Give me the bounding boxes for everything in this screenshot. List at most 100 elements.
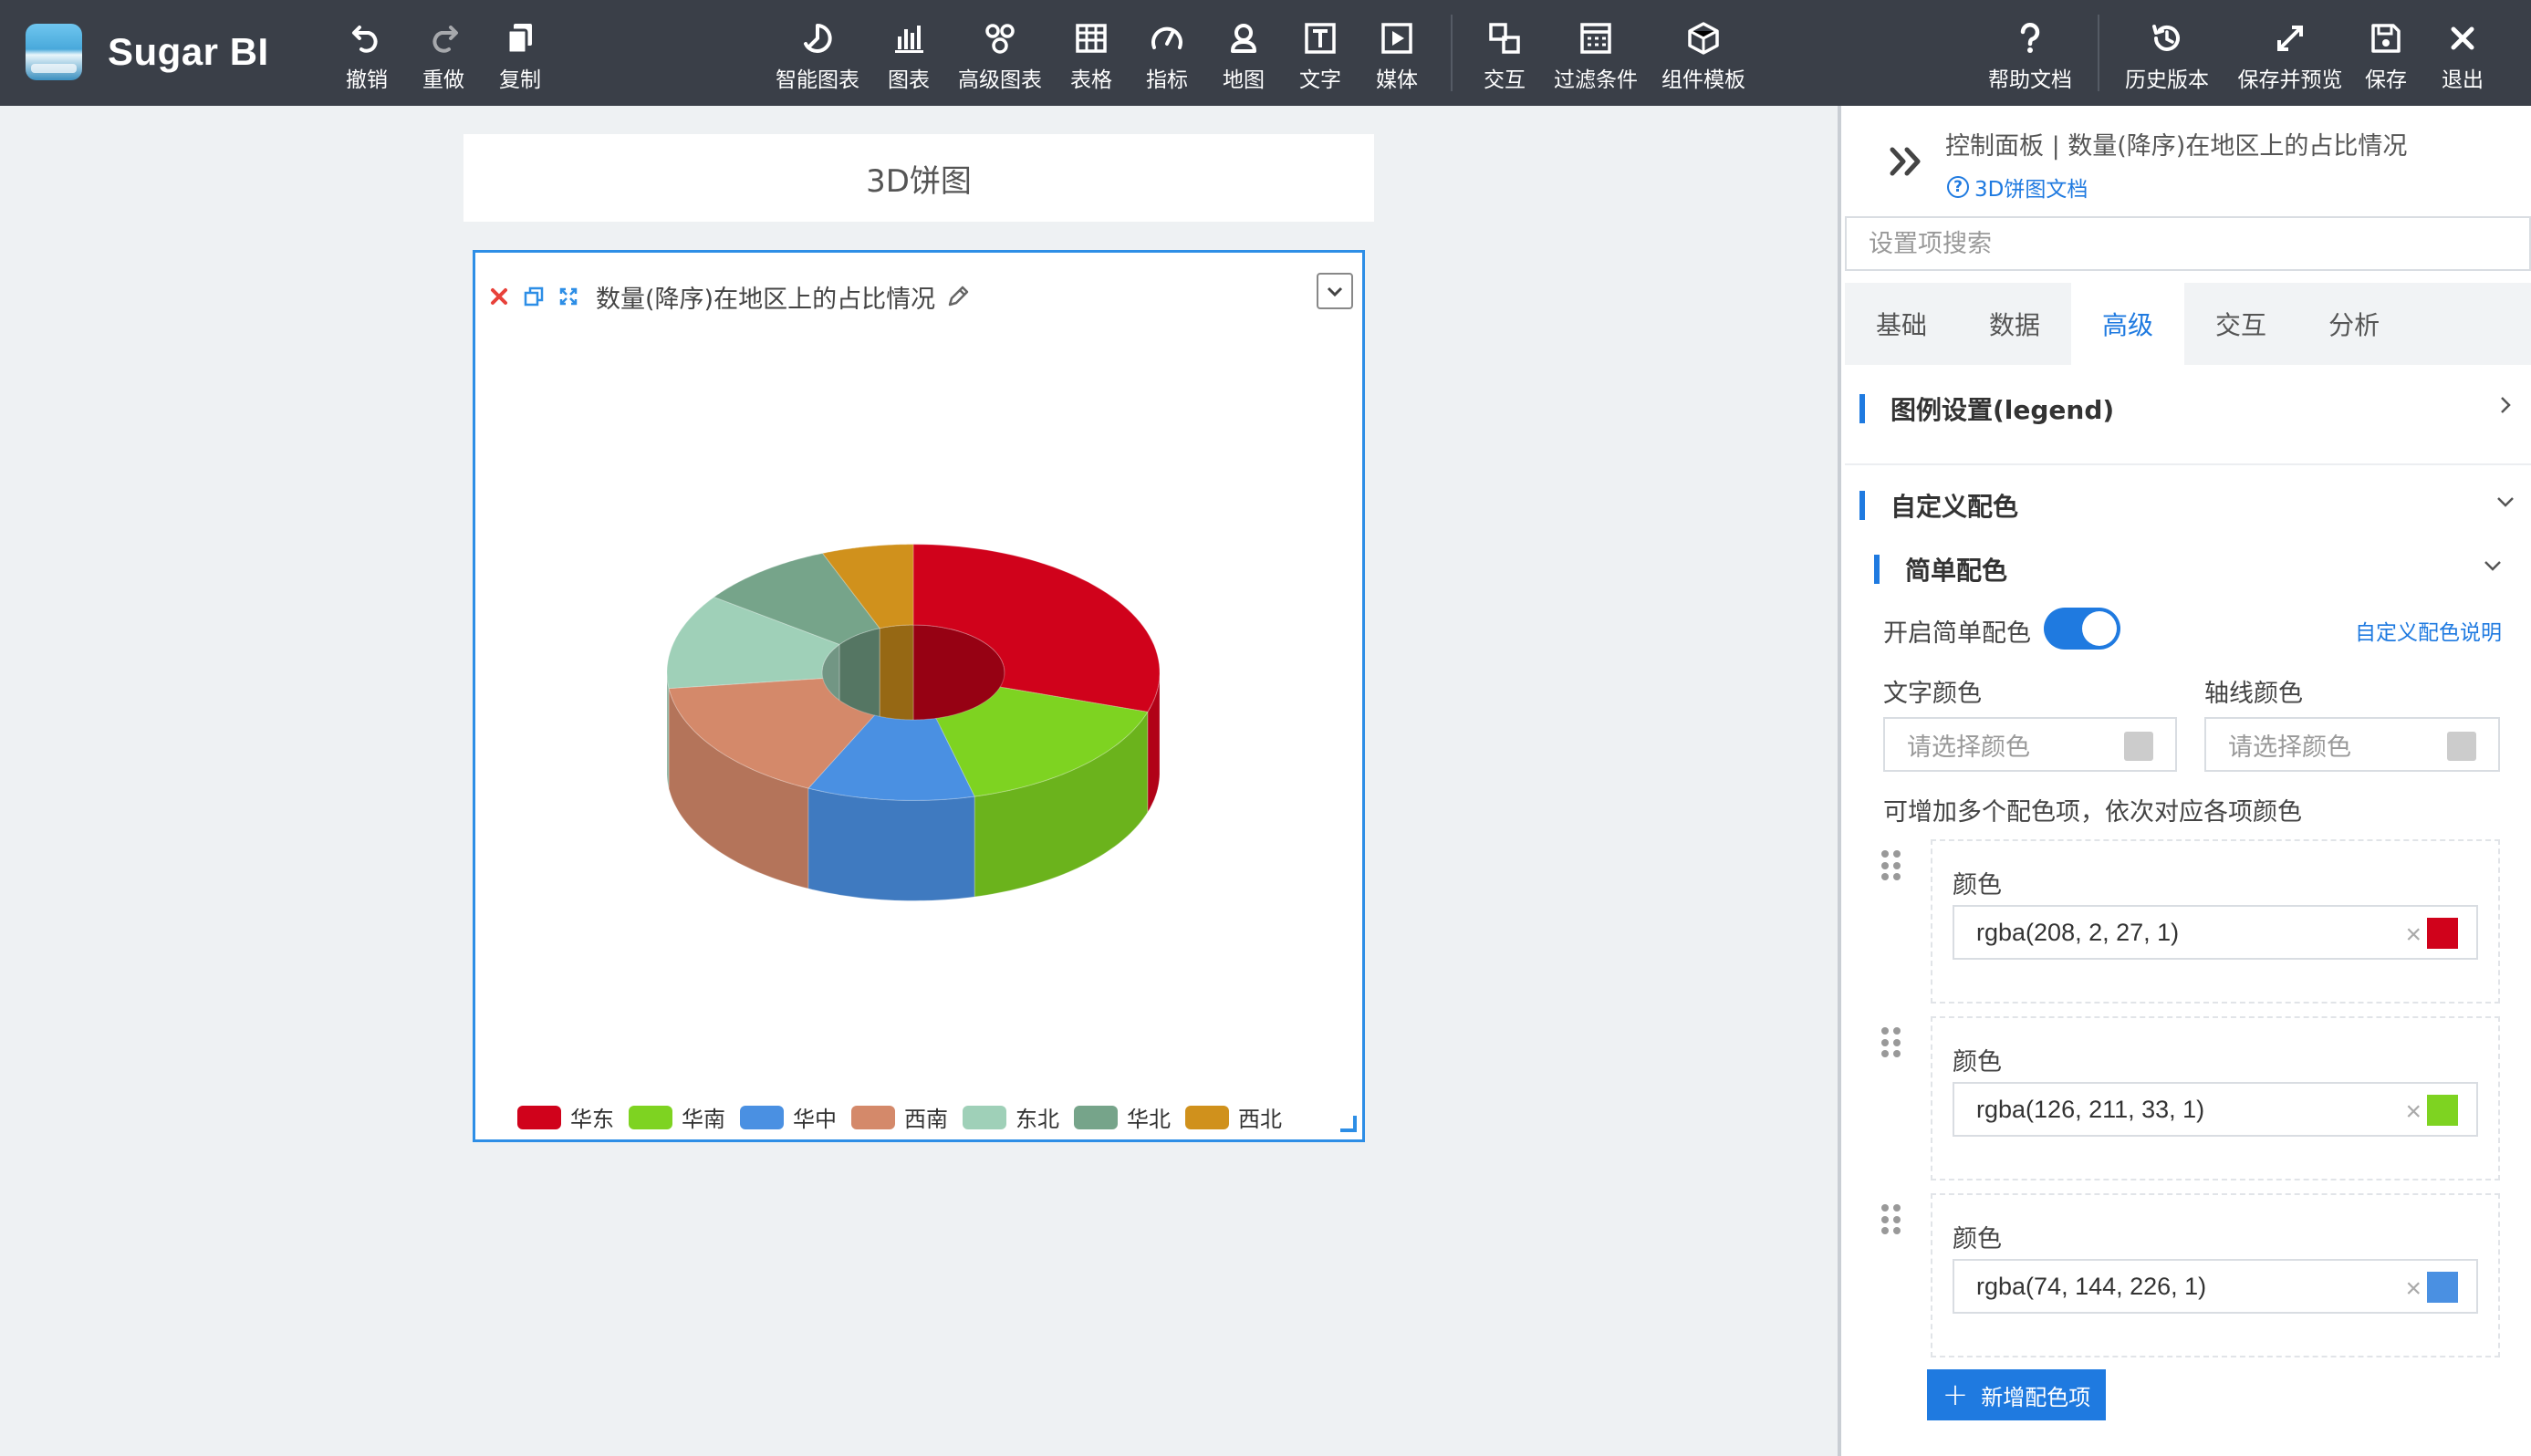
custom-color-section[interactable]: 自定义配色 [1859, 487, 2516, 524]
clear-icon[interactable]: × [2405, 920, 2422, 951]
bar-chart-icon [895, 26, 923, 53]
chevron-down-icon [2484, 561, 2501, 571]
save-preview-button[interactable]: 保存并预览 [2234, 20, 2347, 93]
drag-handle-icon[interactable] [1881, 1204, 1901, 1235]
exit-button[interactable]: 退出 [2412, 20, 2513, 93]
help-label: 帮助文档 [1988, 68, 2072, 92]
table-label: 表格 [1070, 68, 1112, 92]
widget-title: 数量(降序)在地区上的占比情况 [596, 285, 936, 314]
section-marker [1859, 491, 1865, 520]
text-color-label: 文字颜色 [1883, 680, 1982, 708]
close-icon [491, 288, 507, 305]
text-color-placeholder: 请选择颜色 [1907, 733, 2030, 762]
legend-item[interactable]: 华北 [1074, 1101, 1171, 1133]
color-item-input[interactable]: rgba(126, 211, 33, 1) × [1953, 1082, 2478, 1137]
legend-label: 西北 [1238, 1107, 1282, 1132]
map-label: 地图 [1223, 68, 1265, 92]
chevron-down-icon [2497, 497, 2514, 507]
help-icon [2020, 23, 2040, 53]
color-item: 颜色 rgba(126, 211, 33, 1) × [1931, 1016, 2500, 1180]
advanced-chart-button[interactable]: 高级图表 [950, 20, 1050, 93]
fullscreen-widget-button[interactable] [556, 284, 581, 309]
legend-item[interactable]: 华东 [517, 1101, 614, 1133]
smart-chart-button[interactable]: 智能图表 [767, 20, 868, 93]
legend-item[interactable]: 西南 [851, 1101, 948, 1133]
color-item: 颜色 rgba(208, 2, 27, 1) × [1931, 839, 2500, 1004]
add-color-item-button[interactable]: + 新增配色项 [1927, 1369, 2106, 1420]
brand-name: Sugar BI [108, 30, 269, 73]
gauge-icon [1151, 26, 1182, 49]
color-item-swatch[interactable] [2427, 918, 2458, 949]
history-button[interactable]: 历史版本 [2117, 20, 2217, 93]
clear-icon[interactable]: × [2405, 1274, 2422, 1305]
chart-doc-link[interactable]: ? 3D饼图文档 [1947, 172, 2088, 203]
tab-interaction[interactable]: 交互 [2184, 283, 2297, 365]
copy-button[interactable]: 复制 [470, 20, 570, 93]
legend-item[interactable]: 西北 [1185, 1101, 1282, 1133]
metric-label: 指标 [1146, 68, 1188, 92]
redo-icon [432, 26, 458, 53]
axis-color-picker[interactable]: 请选择颜色 [2204, 717, 2500, 772]
control-panel: 控制面板 | 数量(降序)在地区上的占比情况 ? 3D饼图文档 基础 数据 高级… [1838, 106, 2531, 1456]
color-item-swatch[interactable] [2427, 1272, 2458, 1303]
settings-search-input[interactable] [1845, 216, 2531, 271]
color-item-input[interactable]: rgba(74, 144, 226, 1) × [1953, 1259, 2478, 1314]
panel-tabs: 基础 数据 高级 交互 分析 [1845, 283, 2531, 365]
tab-advanced[interactable]: 高级 [2071, 283, 2185, 365]
custom-color-help-link[interactable]: 自定义配色说明 [2355, 615, 2502, 646]
legend-swatch [1185, 1105, 1229, 1129]
text-color-picker[interactable]: 请选择颜色 [1883, 717, 2177, 772]
legend-label: 华北 [1127, 1107, 1171, 1132]
help-button[interactable]: 帮助文档 [1980, 20, 2080, 93]
add-color-item-label: 新增配色项 [1981, 1384, 2091, 1410]
close-icon [2451, 26, 2474, 50]
expand-icon [2277, 26, 2303, 51]
chart-button[interactable]: 图表 [859, 20, 959, 93]
widget-menu-dropdown[interactable] [1317, 273, 1353, 309]
filter-button[interactable]: 过滤条件 [1546, 20, 1646, 93]
delete-widget-button[interactable] [486, 284, 512, 309]
brand: Sugar BI [26, 24, 269, 80]
chart-widget[interactable]: 数量(降序)在地区上的占比情况 华东 华南 华中 西南 东北 华北 西北 [473, 250, 1365, 1142]
media-button[interactable]: 媒体 [1347, 20, 1447, 93]
simple-color-title: 简单配色 [1905, 556, 2008, 586]
legend-item[interactable]: 东北 [963, 1101, 1059, 1133]
tab-analysis[interactable]: 分析 [2297, 283, 2411, 365]
chevron-down-icon [1327, 286, 1343, 297]
legend-item[interactable]: 华中 [740, 1101, 837, 1133]
page-title[interactable]: 3D饼图 [463, 134, 1374, 222]
tab-data[interactable]: 数据 [1958, 283, 2071, 365]
clear-icon[interactable]: × [2405, 1097, 2422, 1128]
plus-icon: + [1942, 1377, 1969, 1413]
pie-inner-wall [879, 624, 914, 730]
duplicate-widget-button[interactable] [521, 284, 547, 309]
collapse-panel-icon[interactable] [1885, 140, 1927, 182]
chart-doc-link-text: 3D饼图文档 [1974, 178, 2088, 202]
copy-icon [506, 24, 532, 55]
drag-handle-icon[interactable] [1881, 850, 1901, 881]
drag-handle-icon[interactable] [1881, 1027, 1901, 1058]
color-item: 颜色 rgba(74, 144, 226, 1) × [1931, 1193, 2500, 1357]
simple-color-section[interactable]: 简单配色 [1874, 551, 2504, 588]
section-marker [1859, 394, 1865, 423]
legend-swatch [1074, 1105, 1118, 1129]
simple-color-toggle[interactable] [2044, 608, 2120, 650]
pencil-icon[interactable] [944, 283, 972, 310]
legend-item[interactable]: 华南 [629, 1101, 725, 1133]
history-icon [2152, 25, 2180, 51]
widget-header: 数量(降序)在地区上的占比情况 [486, 278, 972, 315]
color-item-input[interactable]: rgba(208, 2, 27, 1) × [1953, 905, 2478, 960]
legend-settings-section[interactable]: 图例设置(legend) [1859, 390, 2516, 427]
color-item-swatch[interactable] [2427, 1095, 2458, 1126]
section-marker [1874, 555, 1880, 584]
resize-handle[interactable] [1340, 1116, 1357, 1132]
color-item-label: 颜色 [1953, 1225, 2002, 1253]
axis-color-placeholder: 请选择颜色 [2228, 733, 2351, 762]
tab-basic[interactable]: 基础 [1845, 283, 1958, 365]
axis-color-label: 轴线颜色 [2204, 680, 2303, 708]
color-item-label: 颜色 [1953, 871, 2002, 900]
top-toolbar: Sugar BI 撤销 重做 复制 智能图表 图表 高级图表 表格 指标 地图 … [0, 0, 2531, 106]
table-icon [1076, 24, 1107, 53]
template-button[interactable]: 组件模板 [1653, 20, 1754, 93]
interaction-button[interactable]: 交互 [1454, 20, 1555, 93]
